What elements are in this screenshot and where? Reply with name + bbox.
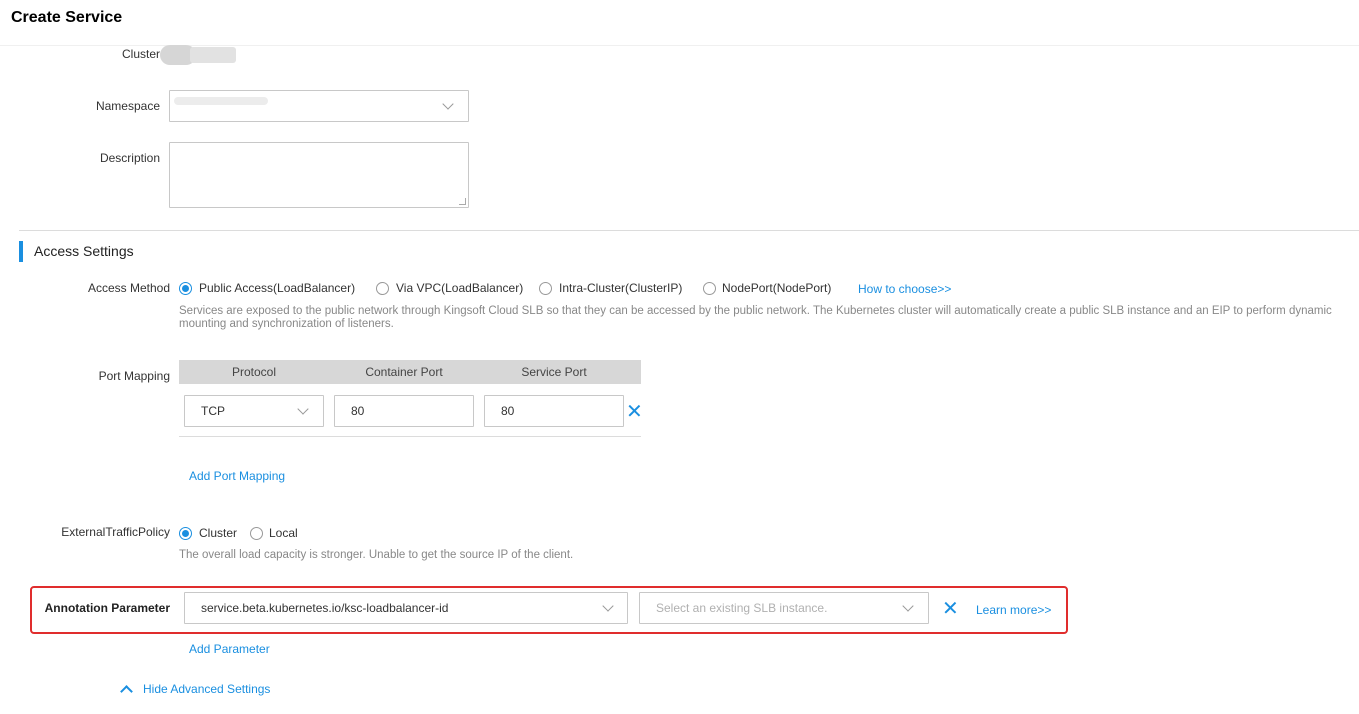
radio-public-access-label: Public Access(LoadBalancer) xyxy=(199,281,356,295)
traffic-policy-radio-group: Cluster Local xyxy=(179,526,379,542)
radio-unselected-icon[interactable] xyxy=(250,527,263,540)
container-port-input[interactable]: 80 xyxy=(334,395,474,427)
description-textarea[interactable] xyxy=(169,142,469,208)
add-port-mapping-link[interactable]: Add Port Mapping xyxy=(189,469,285,483)
radio-selected-icon[interactable] xyxy=(179,527,192,540)
access-method-description: Services are exposed to the public netwo… xyxy=(179,305,1332,330)
add-parameter-link[interactable]: Add Parameter xyxy=(189,642,270,656)
service-port-value: 80 xyxy=(501,404,515,418)
description-label: Description xyxy=(99,151,160,165)
column-header-protocol: Protocol xyxy=(231,365,277,379)
column-header-service-port: Service Port xyxy=(521,365,587,379)
radio-selected-icon[interactable] xyxy=(179,282,192,295)
table-row: TCP 80 80 xyxy=(179,384,641,437)
page-title: Create Service xyxy=(11,9,123,26)
port-mapping-label: Port Mapping xyxy=(98,369,170,383)
access-method-label: Access Method xyxy=(87,281,170,295)
traffic-policy-description: The overall load capacity is stronger. U… xyxy=(179,549,574,561)
annotation-value-placeholder: Select an existing SLB instance. xyxy=(656,601,828,615)
namespace-select[interactable] xyxy=(169,90,469,122)
namespace-value-redacted xyxy=(174,97,268,105)
chevron-down-icon xyxy=(297,403,309,415)
namespace-label: Namespace xyxy=(95,99,160,113)
radio-via-vpc-label: Via VPC(LoadBalancer) xyxy=(396,281,524,295)
container-port-value: 80 xyxy=(351,404,365,418)
annotation-key-select[interactable]: service.beta.kubernetes.io/ksc-loadbalan… xyxy=(184,592,628,624)
traffic-policy-label: ExternalTrafficPolicy xyxy=(61,525,170,539)
radio-unselected-icon[interactable] xyxy=(703,282,716,295)
radio-nodeport-label: NodePort(NodePort) xyxy=(722,281,832,295)
page-header: Create Service xyxy=(0,0,1359,46)
annotation-key-value: service.beta.kubernetes.io/ksc-loadbalan… xyxy=(201,601,449,615)
close-icon[interactable]: ✕ xyxy=(942,599,959,619)
radio-local-label: Local xyxy=(269,526,298,540)
radio-intra-cluster-label: Intra-Cluster(ClusterIP) xyxy=(559,281,683,295)
section-divider xyxy=(19,230,1359,231)
cluster-value-redacted xyxy=(160,45,238,65)
close-icon[interactable]: ✕ xyxy=(626,402,643,422)
radio-unselected-icon[interactable] xyxy=(376,282,389,295)
how-to-choose-link[interactable]: How to choose>> xyxy=(858,282,951,296)
port-mapping-table-header: Protocol Container Port Service Port xyxy=(179,360,641,384)
learn-more-link[interactable]: Learn more>> xyxy=(976,603,1051,617)
section-accent-bar xyxy=(19,241,23,262)
chevron-down-icon xyxy=(602,600,614,612)
column-header-container-port: Container Port xyxy=(365,365,443,379)
cluster-label: Cluster xyxy=(121,47,160,61)
service-port-input[interactable]: 80 xyxy=(484,395,624,427)
chevron-down-icon xyxy=(442,98,454,110)
access-method-radio-group: Public Access(LoadBalancer) Via VPC(Load… xyxy=(179,281,979,297)
radio-cluster-label: Cluster xyxy=(199,526,238,540)
protocol-select[interactable]: TCP xyxy=(184,395,324,427)
chevron-up-icon xyxy=(120,685,133,698)
annotation-parameter-label: Annotation Parameter xyxy=(44,601,170,615)
annotation-value-select[interactable]: Select an existing SLB instance. xyxy=(639,592,929,624)
hide-advanced-settings-label: Hide Advanced Settings xyxy=(143,682,271,696)
access-settings-title: Access Settings xyxy=(34,243,134,259)
radio-unselected-icon[interactable] xyxy=(539,282,552,295)
protocol-value: TCP xyxy=(201,404,225,418)
hide-advanced-settings-toggle[interactable]: Hide Advanced Settings xyxy=(120,682,320,698)
chevron-down-icon xyxy=(902,600,914,612)
resize-handle-icon[interactable] xyxy=(459,198,466,205)
